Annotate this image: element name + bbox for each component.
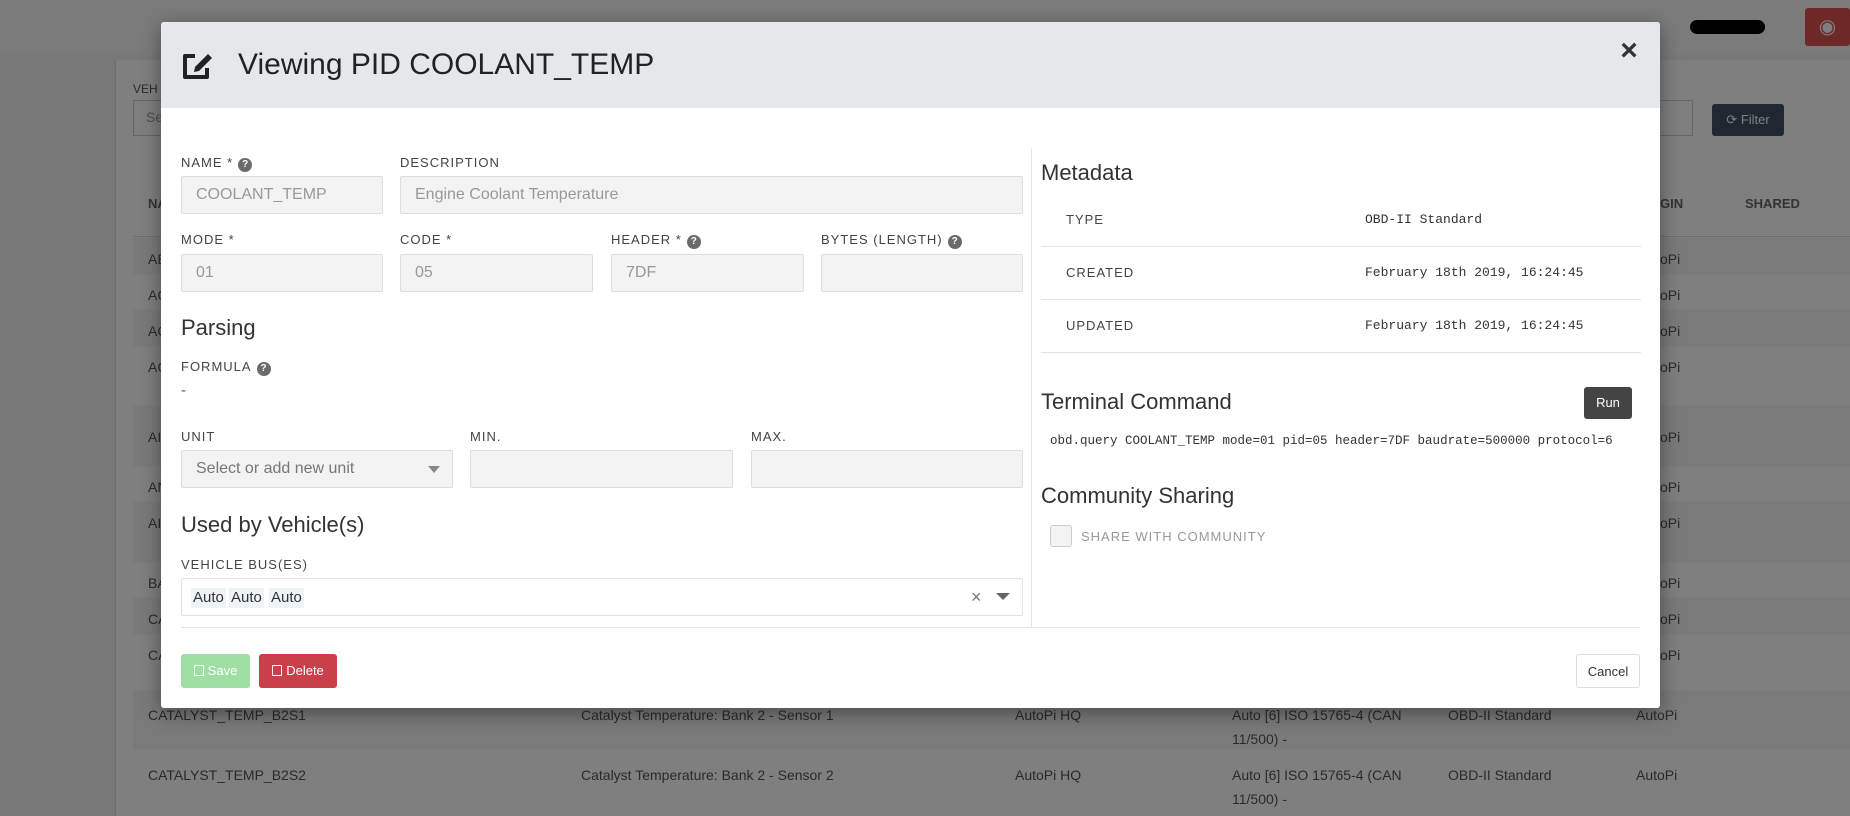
unit-select[interactable]: Select or add new unit xyxy=(181,450,453,488)
terminal-command: obd.query COOLANT_TEMP mode=01 pid=05 he… xyxy=(1050,434,1613,448)
modal-header: Viewing PID COOLANT_TEMP × xyxy=(161,22,1660,108)
save-button[interactable]: Save xyxy=(181,654,250,688)
max-label: MAX. xyxy=(751,429,787,444)
vehicle-bus-tag[interactable]: Auto xyxy=(229,588,264,608)
vehicle-bus-tag[interactable]: Auto xyxy=(269,588,304,608)
min-field[interactable] xyxy=(470,450,733,488)
share-checkbox[interactable] xyxy=(1050,525,1072,547)
formula-value: - xyxy=(181,382,186,399)
pid-modal: Viewing PID COOLANT_TEMP × NAME *? COOLA… xyxy=(161,22,1660,708)
edit-icon xyxy=(183,54,212,79)
metadata-value: February 18th 2019, 16:24:45 xyxy=(1365,318,1584,333)
footer-divider xyxy=(181,627,1640,628)
save-button-label: Save xyxy=(207,663,238,678)
metadata-title: Metadata xyxy=(1041,160,1133,185)
terminal-title: Terminal Command xyxy=(1041,389,1232,414)
community-title: Community Sharing xyxy=(1041,483,1235,508)
clear-icon[interactable]: × xyxy=(971,587,982,607)
name-field[interactable]: COOLANT_TEMP xyxy=(181,176,383,214)
mode-label: MODE * xyxy=(181,232,235,247)
close-icon[interactable]: × xyxy=(1614,36,1644,66)
vehicles-title: Used by Vehicle(s) xyxy=(181,512,365,537)
bytes-label: BYTES (LENGTH)? xyxy=(821,232,962,249)
code-label: CODE * xyxy=(400,232,453,247)
modal-title: Viewing PID COOLANT_TEMP xyxy=(238,48,655,81)
formula-label: FORMULA? xyxy=(181,359,271,376)
metadata-key: TYPE xyxy=(1066,212,1104,227)
vehicle-bus-tag[interactable]: Auto xyxy=(191,588,226,608)
metadata-value: February 18th 2019, 16:24:45 xyxy=(1365,265,1584,280)
trash-icon xyxy=(272,665,283,676)
unit-select-placeholder: Select or add new unit xyxy=(196,460,355,477)
delete-button[interactable]: Delete xyxy=(259,654,337,688)
vehicle-bus-select[interactable]: Auto Auto Auto × xyxy=(181,578,1023,616)
name-label: NAME *? xyxy=(181,155,253,172)
unit-label: UNIT xyxy=(181,429,216,444)
help-icon[interactable]: ? xyxy=(238,158,253,172)
chevron-down-icon xyxy=(428,466,440,473)
share-label[interactable]: SHARE WITH COMMUNITY xyxy=(1081,529,1266,544)
help-icon[interactable]: ? xyxy=(686,235,701,249)
header-label: HEADER *? xyxy=(611,232,701,249)
description-label: DESCRIPTION xyxy=(400,155,500,170)
metadata-row-type: TYPE OBD-II Standard xyxy=(1041,194,1641,247)
metadata-value: OBD-II Standard xyxy=(1365,212,1483,227)
vehicle-bus-label: VEHICLE BUS(ES) xyxy=(181,557,308,572)
help-icon[interactable]: ? xyxy=(256,362,271,376)
cancel-button[interactable]: Cancel xyxy=(1576,654,1640,688)
run-button[interactable]: Run xyxy=(1584,387,1632,419)
help-icon[interactable]: ? xyxy=(947,235,962,249)
description-field[interactable]: Engine Coolant Temperature xyxy=(400,176,1023,214)
metadata-row-updated: UPDATED February 18th 2019, 16:24:45 xyxy=(1041,300,1641,353)
mode-field[interactable]: 01 xyxy=(181,254,383,292)
parsing-title: Parsing xyxy=(181,315,256,340)
metadata-key: CREATED xyxy=(1066,265,1135,280)
metadata-row-created: CREATED February 18th 2019, 16:24:45 xyxy=(1041,247,1641,300)
header-field[interactable]: 7DF xyxy=(611,254,804,292)
bytes-field[interactable] xyxy=(821,254,1023,292)
min-label: MIN. xyxy=(470,429,502,444)
delete-button-label: Delete xyxy=(286,663,324,678)
column-divider xyxy=(1031,148,1032,628)
max-field[interactable] xyxy=(751,450,1023,488)
floppy-icon xyxy=(193,665,204,676)
code-field[interactable]: 05 xyxy=(400,254,593,292)
chevron-down-icon[interactable] xyxy=(996,593,1010,600)
metadata-key: UPDATED xyxy=(1066,318,1135,333)
